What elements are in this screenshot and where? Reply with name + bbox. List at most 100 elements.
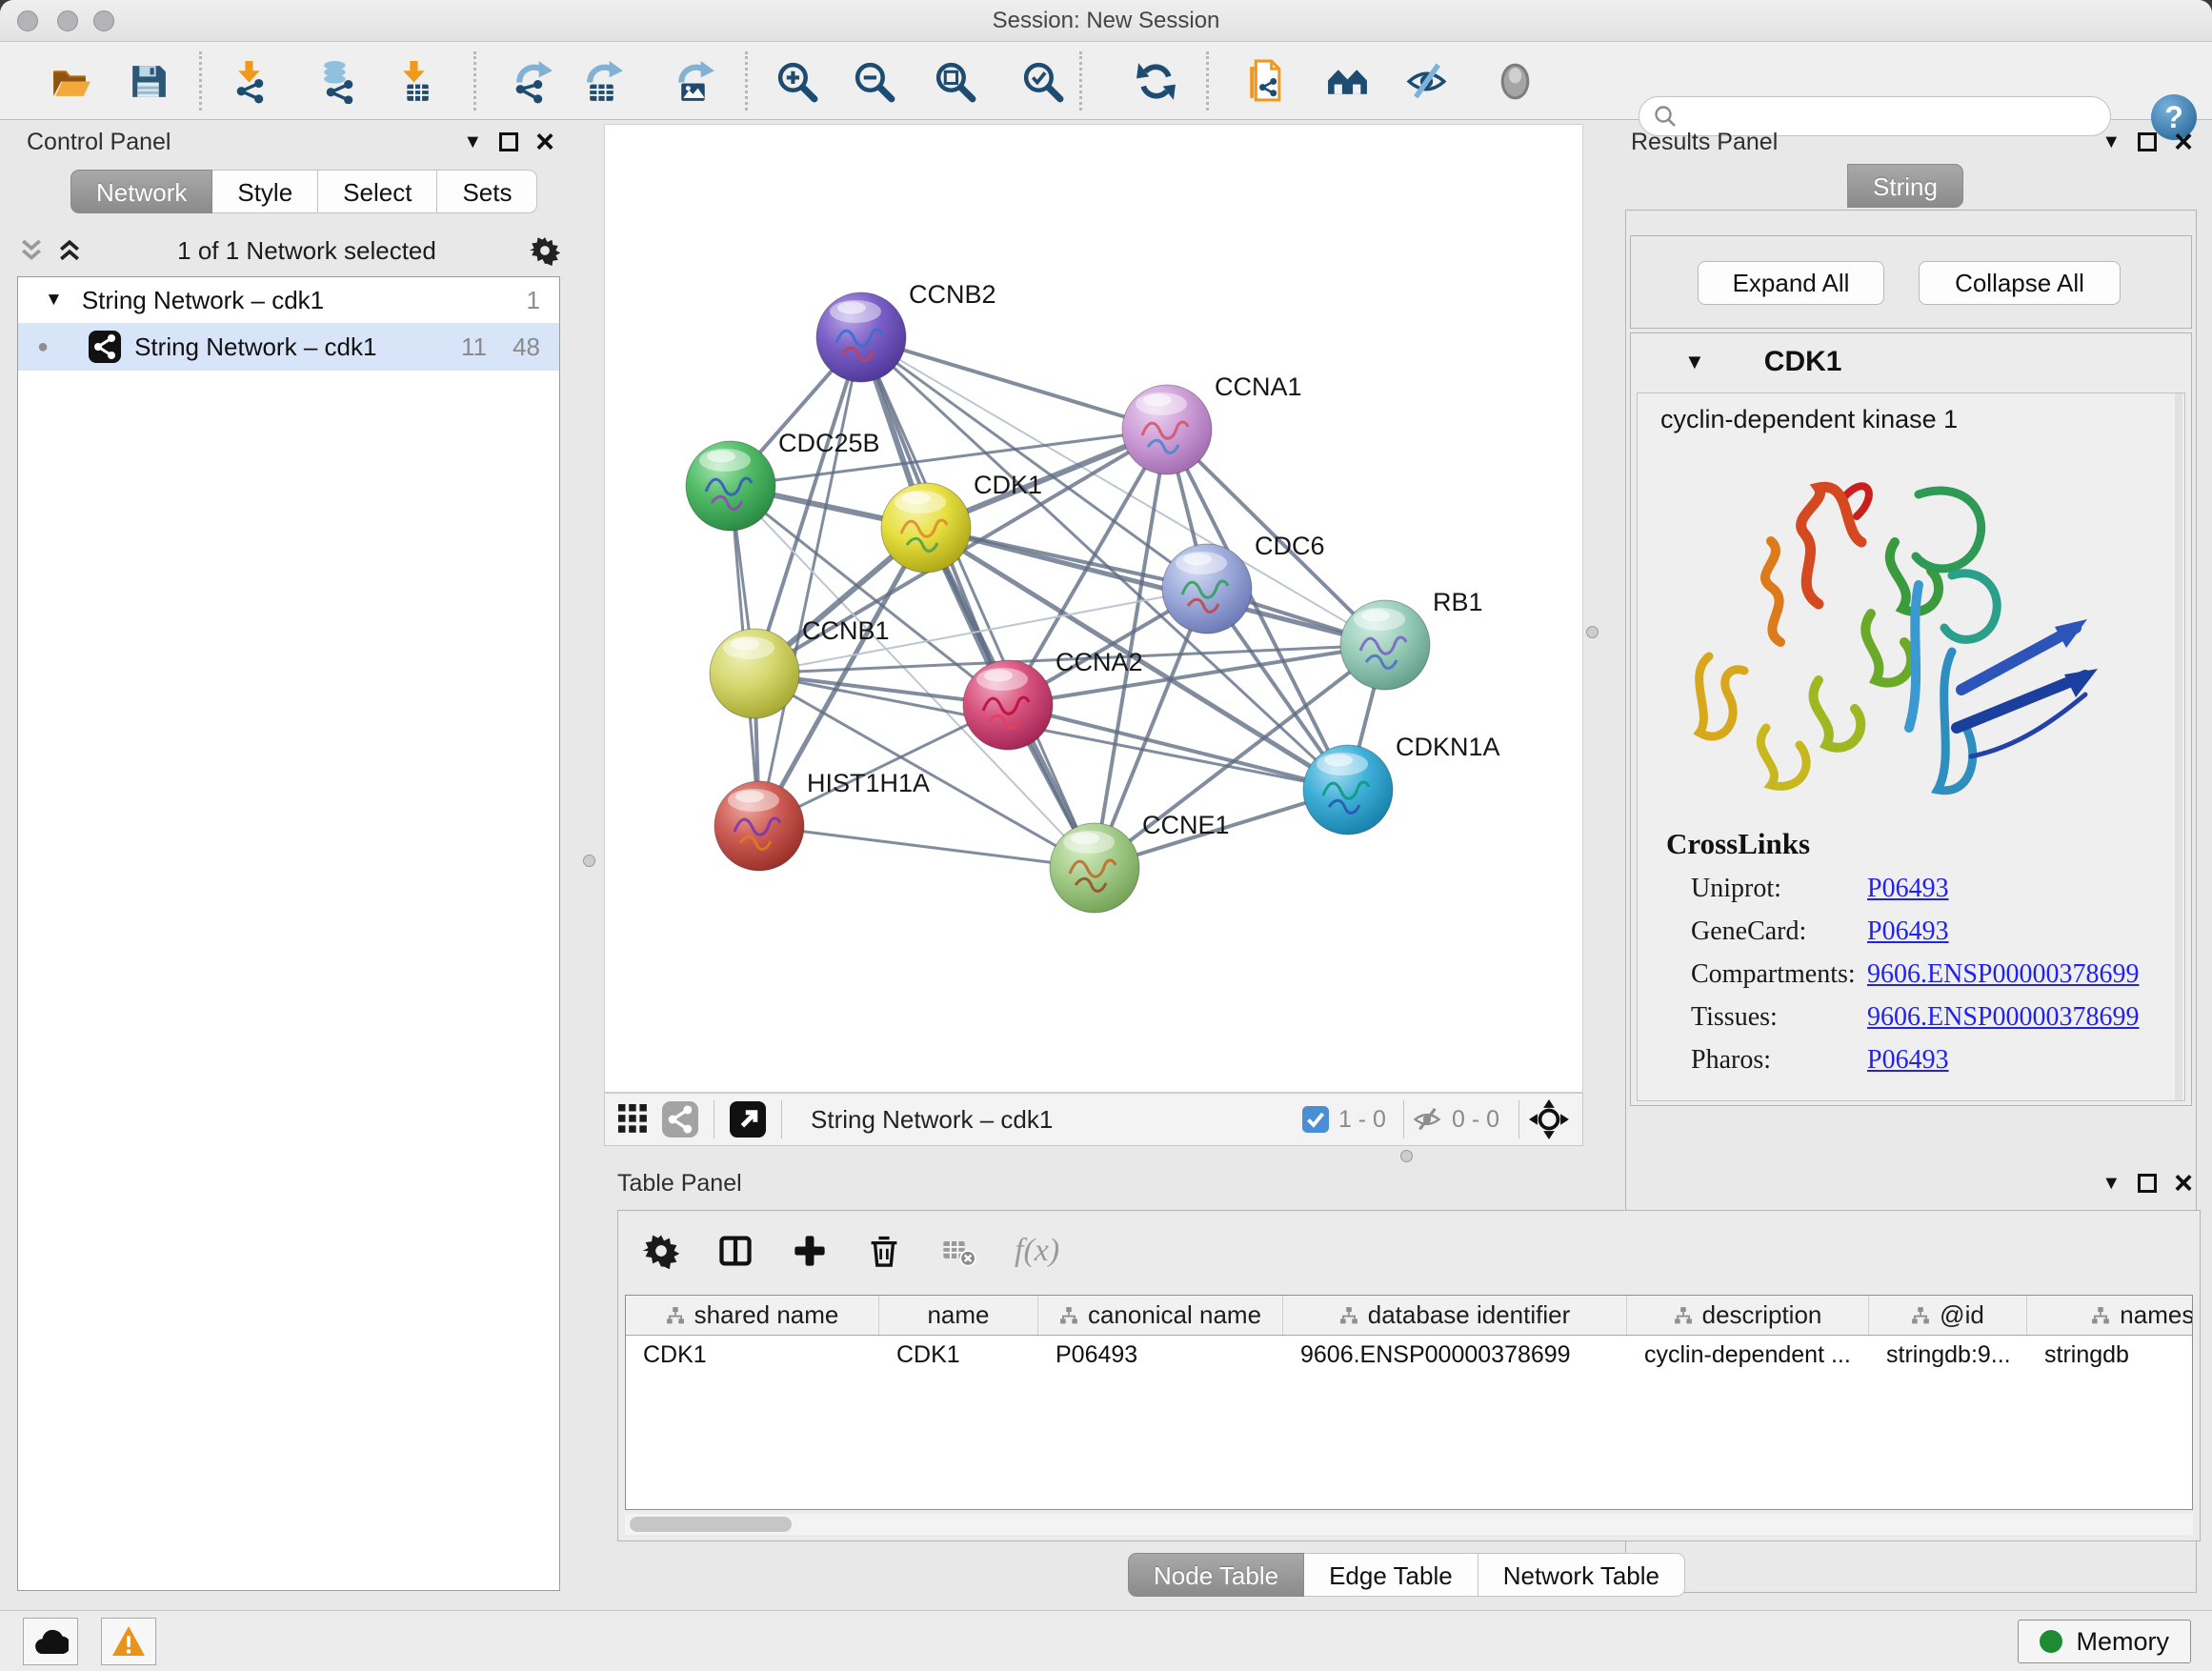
panel-menu-icon[interactable]: ▼ [463,132,482,151]
toolbar-separator [1079,51,1082,111]
network-row-selected[interactable]: ● String Network – cdk1 11 48 [18,323,559,371]
collection-expander-icon[interactable]: ▼ [45,290,63,311]
tab-string[interactable]: String [1847,164,1963,208]
expand-all-networks-icon[interactable] [17,236,46,265]
results-scrollbar[interactable] [2175,393,2182,1101]
crosslink-value-link[interactable]: P06493 [1867,874,1949,904]
crosslink-value-link[interactable]: 9606.ENSP00000378699 [1867,959,2139,990]
tab-edge-table[interactable]: Edge Table [1304,1553,1478,1597]
column-header-database-identifier[interactable]: database identifier [1283,1296,1627,1335]
show-hidden-button[interactable] [1488,54,1541,108]
tab-network-table[interactable]: Network Table [1478,1553,1685,1597]
column-header-shared-name[interactable]: shared name [626,1296,879,1335]
node-RB1[interactable]: RB1 [1340,588,1483,690]
export-network-button[interactable] [505,54,558,108]
section-expander-icon[interactable]: ▼ [1684,350,1705,374]
table-container: f(x) shared namenamecanonical namedataba… [617,1210,2201,1541]
export-image-button[interactable] [667,54,720,108]
network-options-gear-icon[interactable] [530,235,560,266]
import-table-file-button[interactable] [389,54,442,108]
column-header-id[interactable]: @id [1869,1296,2027,1335]
cloud-status-button[interactable] [23,1618,78,1665]
panel-float-icon[interactable] [499,132,518,151]
network-view-canvas[interactable]: CCNB2CCNA1CDC25BCDK1CDC6RB1CCNB1CCNA2CDK… [604,124,1583,1093]
hide-selected-button[interactable] [1399,54,1453,108]
node-label: HIST1H1A [807,769,930,797]
panel-menu-icon[interactable]: ▼ [2101,132,2121,151]
warnings-button[interactable] [101,1618,156,1665]
zoom-in-icon [774,59,819,104]
expand-all-button[interactable]: Expand All [1698,261,1884,305]
zoom-selected-button[interactable] [1016,54,1069,108]
network-graph[interactable]: CCNB2CCNA1CDC25BCDK1CDC6RB1CCNB1CCNA2CDK… [605,125,1582,1092]
export-table-button[interactable] [575,54,629,108]
panel-float-icon[interactable] [2138,132,2157,151]
edge-HIST1H1A-CCNE1[interactable] [759,826,1095,868]
selected-checkbox-icon[interactable] [1302,1106,1329,1133]
zoom-out-button[interactable] [847,54,900,108]
node-CCNB2[interactable]: CCNB2 [816,280,996,382]
right-splitter-handle[interactable] [1586,626,1599,638]
import-network-file-button[interactable] [224,54,277,108]
hidden-counts: 0 - 0 [1452,1106,1499,1134]
edge-CCNB2-CCNA1[interactable] [861,337,1167,430]
add-column-icon[interactable] [792,1233,828,1269]
bottom-splitter-handle[interactable] [1400,1150,1413,1162]
network-selection-status: 1 of 1 Network selected [84,236,530,266]
edge-CCNB2-HIST1H1A[interactable] [759,337,861,826]
panel-close-icon[interactable]: × [2174,132,2193,151]
network-view-toolbar: String Network – cdk1 1 - 0 0 - 0 [604,1093,1583,1146]
table-toolbar: f(x) [643,1224,1059,1278]
network-from-clipboard-button[interactable] [1237,54,1291,108]
tab-select[interactable]: Select [318,170,437,213]
node-CDK1[interactable]: CDK1 [881,471,1042,573]
string-view-icon[interactable] [662,1101,698,1137]
save-icon [126,59,171,104]
crosslink-value-link[interactable]: 9606.ENSP00000378699 [1867,1002,2139,1033]
column-header-name[interactable]: name [879,1296,1038,1335]
protein-structure-image [1676,442,2123,818]
protein-section-header[interactable]: ▼ CDK1 [1631,333,2191,391]
delete-column-icon[interactable] [866,1233,902,1269]
node-CDKN1A[interactable]: CDKN1A [1303,733,1500,835]
show-columns-icon[interactable] [717,1233,754,1269]
open-file-button[interactable] [44,54,97,108]
import-network-database-button[interactable] [312,54,365,108]
zoom-fit-button[interactable] [928,54,981,108]
zoom-in-button[interactable] [770,54,823,108]
panel-float-icon[interactable] [2138,1174,2157,1193]
collapse-all-networks-icon[interactable] [55,236,84,265]
first-neighbors-button[interactable] [1320,54,1374,108]
table-row[interactable]: CDK1CDK1P064939606.ENSP00000378699cyclin… [626,1336,2192,1374]
crosslink-row: GeneCard:P06493 [1691,916,2184,947]
tab-network[interactable]: Network [70,170,212,213]
network-collection-row[interactable]: ▼ String Network – cdk1 1 [18,277,559,323]
tab-style[interactable]: Style [212,170,318,213]
hidden-eye-icon[interactable] [1412,1104,1442,1135]
column-header-description[interactable]: description [1627,1296,1869,1335]
crosslink-value-link[interactable]: P06493 [1867,1045,1949,1076]
table-cell: stringdb:9... [1869,1336,2027,1374]
column-header-canonical-name[interactable]: canonical name [1038,1296,1283,1335]
panel-close-icon[interactable]: × [535,132,554,151]
crosslink-value-link[interactable]: P06493 [1867,916,1949,947]
panel-menu-icon[interactable]: ▼ [2101,1174,2121,1193]
node-CCNA1[interactable]: CCNA1 [1122,372,1302,474]
memory-button[interactable]: Memory [2018,1620,2191,1663]
tab-node-table[interactable]: Node Table [1128,1553,1304,1597]
birds-eye-view-icon[interactable] [1529,1099,1569,1139]
save-session-button[interactable] [121,54,174,108]
panel-close-icon[interactable]: × [2174,1174,2193,1193]
column-header-namespace[interactable]: namespace [2027,1296,2193,1335]
refresh-layout-button[interactable] [1129,54,1182,108]
scrollbar-thumb[interactable] [630,1517,792,1532]
table-options-gear-icon[interactable] [643,1233,679,1269]
memory-label: Memory [2076,1627,2169,1657]
open-in-window-icon[interactable] [730,1101,766,1137]
left-splitter-handle[interactable] [583,855,595,867]
tab-sets[interactable]: Sets [437,170,537,213]
collapse-all-button[interactable]: Collapse All [1919,261,2121,305]
grid-view-icon[interactable] [618,1104,649,1135]
table-horizontal-scrollbar[interactable] [625,1514,2193,1535]
node-HIST1H1A[interactable]: HIST1H1A [714,769,930,871]
